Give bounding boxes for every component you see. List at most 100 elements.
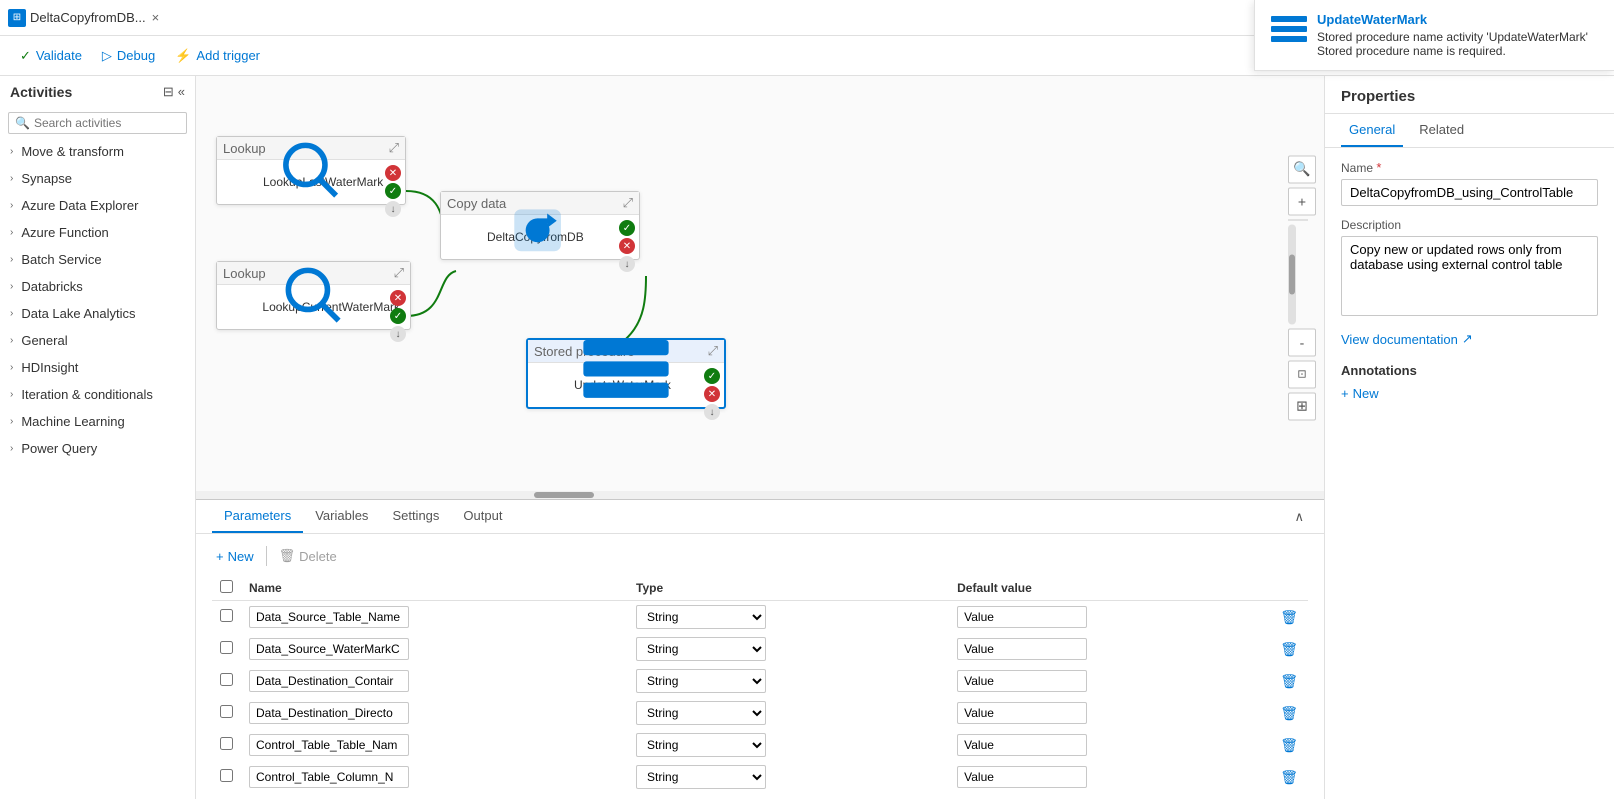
new-annotation-btn[interactable]: + New: [1341, 386, 1379, 401]
sidebar-item-iteration-conditionals[interactable]: › Iteration & conditionals: [0, 381, 195, 408]
params-table-header: Name Type Default value: [212, 576, 1308, 601]
row-checkbox[interactable]: [220, 673, 233, 686]
row-checkbox[interactable]: [220, 609, 233, 622]
param-name-input[interactable]: [249, 734, 409, 756]
param-value-input[interactable]: [957, 702, 1087, 724]
param-name-input[interactable]: [249, 638, 409, 660]
sidebar-item-data-lake-analytics[interactable]: › Data Lake Analytics: [0, 300, 195, 327]
canvas-search-btn[interactable]: 🔍: [1288, 155, 1316, 183]
row-checkbox[interactable]: [220, 641, 233, 654]
select-all-checkbox[interactable]: [220, 580, 233, 593]
canvas-zoom-out-btn[interactable]: -: [1288, 328, 1316, 356]
param-value-input[interactable]: [957, 606, 1087, 628]
node-expand-icon[interactable]: ⤢: [623, 195, 633, 211]
node-expand-icon[interactable]: ⤢: [394, 265, 404, 281]
canvas-hscroll[interactable]: [196, 491, 1324, 499]
canvas-scroll-track[interactable]: [1288, 224, 1296, 324]
sidebar-item-databricks[interactable]: › Databricks: [0, 273, 195, 300]
sidebar-item-power-query[interactable]: › Power Query: [0, 435, 195, 462]
node-expand-btn-lookup2[interactable]: ↓: [390, 326, 406, 342]
node-error-btn-copydata[interactable]: ✕: [619, 238, 635, 254]
node-error-btn-lookup2[interactable]: ✕: [390, 290, 406, 306]
node-success-btn-storedproc[interactable]: ✓: [704, 368, 720, 384]
canvas-zoom-in-btn[interactable]: +: [1288, 187, 1316, 215]
param-delete-btn[interactable]: 🗑: [1278, 671, 1300, 692]
search-input[interactable]: [34, 116, 180, 130]
node-error-btn-storedproc[interactable]: ✕: [704, 386, 720, 402]
row-checkbox[interactable]: [220, 705, 233, 718]
node-expand-btn-lookup1[interactable]: ↓: [385, 201, 401, 217]
param-type-select[interactable]: String: [636, 605, 766, 629]
node-success-btn-lookup1[interactable]: ✓: [385, 183, 401, 199]
sidebar-item-batch-service[interactable]: › Batch Service: [0, 246, 195, 273]
param-delete-btn[interactable]: 🗑: [1278, 735, 1300, 756]
node-success-btn-copydata[interactable]: ✓: [619, 220, 635, 236]
delete-param-btn[interactable]: 🗑 Delete: [275, 546, 341, 566]
tab-related[interactable]: Related: [1411, 114, 1472, 147]
tab-settings[interactable]: Settings: [380, 500, 451, 533]
tab-variables[interactable]: Variables: [303, 500, 380, 533]
param-type-select[interactable]: String: [636, 733, 766, 757]
debug-label: Debug: [117, 48, 155, 63]
param-value-input[interactable]: [957, 766, 1087, 788]
new-param-label: New: [228, 549, 254, 564]
param-type-select[interactable]: String: [636, 765, 766, 789]
param-value-input[interactable]: [957, 734, 1087, 756]
sidebar-item-azure-data-explorer[interactable]: › Azure Data Explorer: [0, 192, 195, 219]
sidebar-item-azure-function[interactable]: › Azure Function: [0, 219, 195, 246]
row-checkbox[interactable]: [220, 737, 233, 750]
param-type-select[interactable]: String: [636, 637, 766, 661]
tab-parameters[interactable]: Parameters: [212, 500, 303, 533]
node-expand-btn-copydata[interactable]: ↓: [619, 256, 635, 272]
param-name-input[interactable]: [249, 606, 409, 628]
error-notification: UpdateWaterMark Stored procedure name ac…: [1254, 0, 1614, 71]
tab-output[interactable]: Output: [451, 500, 514, 533]
view-documentation-link[interactable]: View documentation ↗: [1341, 331, 1598, 347]
close-icon[interactable]: ×: [152, 10, 160, 25]
sidebar-item-hdinsight[interactable]: › HDInsight: [0, 354, 195, 381]
canvas-grid-btn[interactable]: ⊞: [1288, 392, 1316, 420]
node-lookup1[interactable]: Lookup ⤢ LookupLastWaterMark ✕ ✓ ↓: [216, 136, 406, 205]
param-name-input[interactable]: [249, 766, 409, 788]
sidebar-item-move-transform[interactable]: › Move & transform: [0, 138, 195, 165]
params-table-body: String 🗑 String: [212, 601, 1308, 794]
error-title[interactable]: UpdateWaterMark: [1317, 12, 1598, 27]
node-storedproc[interactable]: Stored procedure ⤢ UpdateWaterMark ✓: [526, 338, 726, 409]
param-delete-btn[interactable]: 🗑: [1278, 767, 1300, 788]
new-param-btn[interactable]: + New: [212, 547, 258, 566]
param-delete-btn[interactable]: 🗑: [1278, 607, 1300, 628]
canvas[interactable]: Lookup ⤢ LookupLastWaterMark ✕ ✓ ↓: [196, 76, 1324, 499]
node-success-btn-lookup2[interactable]: ✓: [390, 308, 406, 324]
collapse-icon[interactable]: «: [178, 84, 185, 100]
node-expand-btn-storedproc[interactable]: ↓: [704, 404, 720, 420]
external-link-icon: ↗: [1462, 331, 1473, 347]
validate-button[interactable]: ✓ Validate: [12, 44, 90, 68]
tab-general[interactable]: General: [1341, 114, 1403, 147]
row-checkbox[interactable]: [220, 769, 233, 782]
param-delete-btn[interactable]: 🗑: [1278, 703, 1300, 724]
sidebar-item-machine-learning[interactable]: › Machine Learning: [0, 408, 195, 435]
description-field[interactable]: Copy new or updated rows only from datab…: [1341, 236, 1598, 316]
node-expand-icon[interactable]: ⤢: [708, 343, 718, 359]
sidebar-item-general[interactable]: › General: [0, 327, 195, 354]
node-actions-storedproc: ✓ ✕ ↓: [704, 368, 720, 420]
param-value-input[interactable]: [957, 670, 1087, 692]
param-type-select[interactable]: String: [636, 701, 766, 725]
param-name-input[interactable]: [249, 670, 409, 692]
name-field[interactable]: [1341, 179, 1598, 206]
param-name-input[interactable]: [249, 702, 409, 724]
filter-icon[interactable]: ⊟: [163, 84, 174, 100]
col-header-name: Name: [241, 576, 628, 601]
bottom-close-btn[interactable]: ∧: [1290, 505, 1308, 529]
param-delete-btn[interactable]: 🗑: [1278, 639, 1300, 660]
node-expand-icon[interactable]: ⤢: [389, 140, 399, 156]
debug-button[interactable]: ▷ Debug: [94, 44, 163, 68]
add-trigger-button[interactable]: ⚡ Add trigger: [167, 44, 268, 68]
canvas-fit-btn[interactable]: ⊡: [1288, 360, 1316, 388]
param-type-select[interactable]: String: [636, 669, 766, 693]
node-copydata[interactable]: Copy data ⤢ DeltaCopyfromDB ✓ ✕: [440, 191, 640, 260]
param-value-input[interactable]: [957, 638, 1087, 660]
node-lookup2[interactable]: Lookup ⤢ LookupCurrentWaterMark ✕ ✓: [216, 261, 411, 330]
node-error-btn-lookup1[interactable]: ✕: [385, 165, 401, 181]
sidebar-item-synapse[interactable]: › Synapse: [0, 165, 195, 192]
